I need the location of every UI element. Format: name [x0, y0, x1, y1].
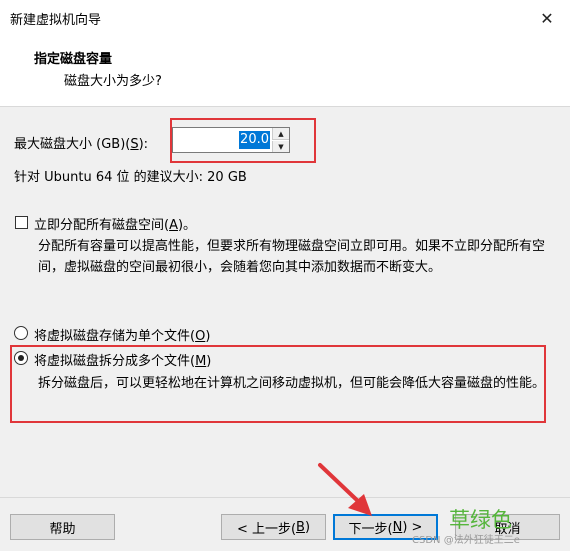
allocate-now-label[interactable]: 立即分配所有磁盘空间(A)。: [34, 214, 196, 233]
disk-size-label-suffix: ):: [138, 137, 149, 152]
disk-size-label-key: S: [130, 137, 139, 152]
triangle-up-icon: ▲: [278, 129, 284, 138]
footer-divider: [0, 497, 570, 498]
spin-down-button[interactable]: ▼: [272, 141, 289, 152]
disk-size-label-prefix: 最大磁盘大小 (GB)(: [14, 137, 131, 152]
annotation-arrow: [318, 463, 372, 516]
close-button[interactable]: ✕: [524, 0, 570, 36]
allocate-description: 分配所有容量可以提高性能，但要求所有物理磁盘空间立即可用。如果不立即分配所有空间…: [38, 239, 546, 275]
spin-up-button[interactable]: ▲: [272, 128, 289, 140]
window-title: 新建虚拟机向导: [10, 13, 102, 28]
allocate-now-checkbox[interactable]: [15, 216, 28, 229]
allocate-label-prefix: 立即分配所有磁盘空间(: [34, 218, 170, 233]
arrow-shaft: [318, 463, 362, 505]
next-label-key: N: [392, 519, 403, 535]
multi-file-label-suffix: ): [206, 354, 212, 369]
disk-size-input[interactable]: 20.0: [175, 130, 271, 150]
single-file-label-prefix: 将虚拟磁盘存储为单个文件(: [34, 329, 196, 344]
radio-selected-dot: [18, 355, 24, 361]
help-button[interactable]: 帮助: [10, 514, 115, 540]
multi-file-description: 拆分磁盘后，可以更轻松地在计算机之间移动虚拟机，但可能会降低大容量磁盘的性能。: [38, 376, 546, 391]
page-title: 指定磁盘容量: [34, 52, 113, 67]
page-subtitle: 磁盘大小为多少?: [64, 74, 162, 89]
multi-file-label[interactable]: 将虚拟磁盘拆分成多个文件(M): [34, 350, 211, 369]
multi-file-radio[interactable]: [14, 351, 28, 365]
allocate-label-key: A: [169, 218, 178, 233]
single-file-label-suffix: ): [205, 329, 211, 344]
wizard-header: 指定磁盘容量 磁盘大小为多少?: [0, 36, 570, 107]
disk-size-spinner[interactable]: 20.0 ▲ ▼: [172, 127, 290, 153]
single-file-label-key: O: [195, 329, 206, 344]
title-bar: 新建虚拟机向导 ✕: [0, 0, 570, 36]
watermark-text: 草绿色: [449, 508, 512, 532]
multi-file-label-prefix: 将虚拟磁盘拆分成多个文件(: [34, 354, 196, 369]
watermark-credit: CSDN @法外狂徒王二e: [412, 535, 520, 546]
back-label-prefix: < 上一步(: [236, 521, 297, 537]
multi-file-label-key: M: [195, 354, 207, 369]
recommended-size: 针对 Ubuntu 64 位 的建议大小: 20 GB: [14, 170, 247, 185]
allocate-label-suffix: )。: [177, 218, 197, 233]
disk-size-value: 20.0: [239, 131, 270, 149]
single-file-label[interactable]: 将虚拟磁盘存储为单个文件(O): [34, 325, 210, 344]
triangle-down-icon: ▼: [278, 142, 284, 151]
single-file-radio[interactable]: [14, 326, 28, 340]
close-icon: ✕: [540, 8, 554, 28]
disk-size-label: 最大磁盘大小 (GB)(S):: [14, 133, 148, 152]
